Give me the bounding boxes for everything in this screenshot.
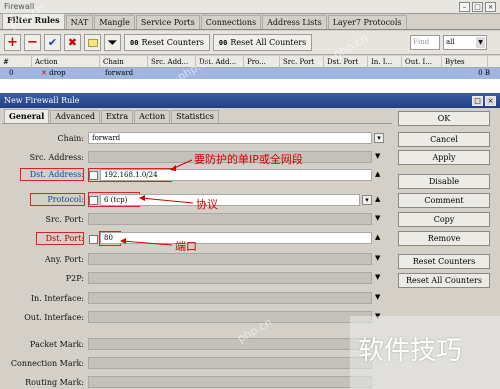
annotation-dst-address: 要防护的单IP或全网段 (194, 153, 303, 166)
arrow-head (120, 238, 126, 244)
arrow-head (139, 195, 145, 201)
watermark-text: 软件技巧 (358, 336, 463, 366)
ok-button[interactable]: OK (398, 111, 490, 126)
arrow-line (140, 197, 194, 204)
annotation-dst-port: 端口 (175, 240, 197, 253)
apply-button[interactable]: Apply (398, 150, 490, 165)
disable-button[interactable]: Disable (398, 174, 490, 189)
remove-button[interactable]: Remove (398, 231, 490, 246)
annotation-protocol: 协议 (196, 198, 218, 211)
reset-all-counters-button[interactable]: Reset All Counters (398, 273, 490, 288)
copy-button[interactable]: Copy (398, 212, 490, 227)
reset-counters-button[interactable]: Reset Counters (398, 254, 490, 269)
cancel-button[interactable]: Cancel (398, 132, 490, 147)
comment-button[interactable]: Comment (398, 193, 490, 208)
arrow-head (170, 165, 176, 171)
arrow-line (121, 240, 173, 246)
